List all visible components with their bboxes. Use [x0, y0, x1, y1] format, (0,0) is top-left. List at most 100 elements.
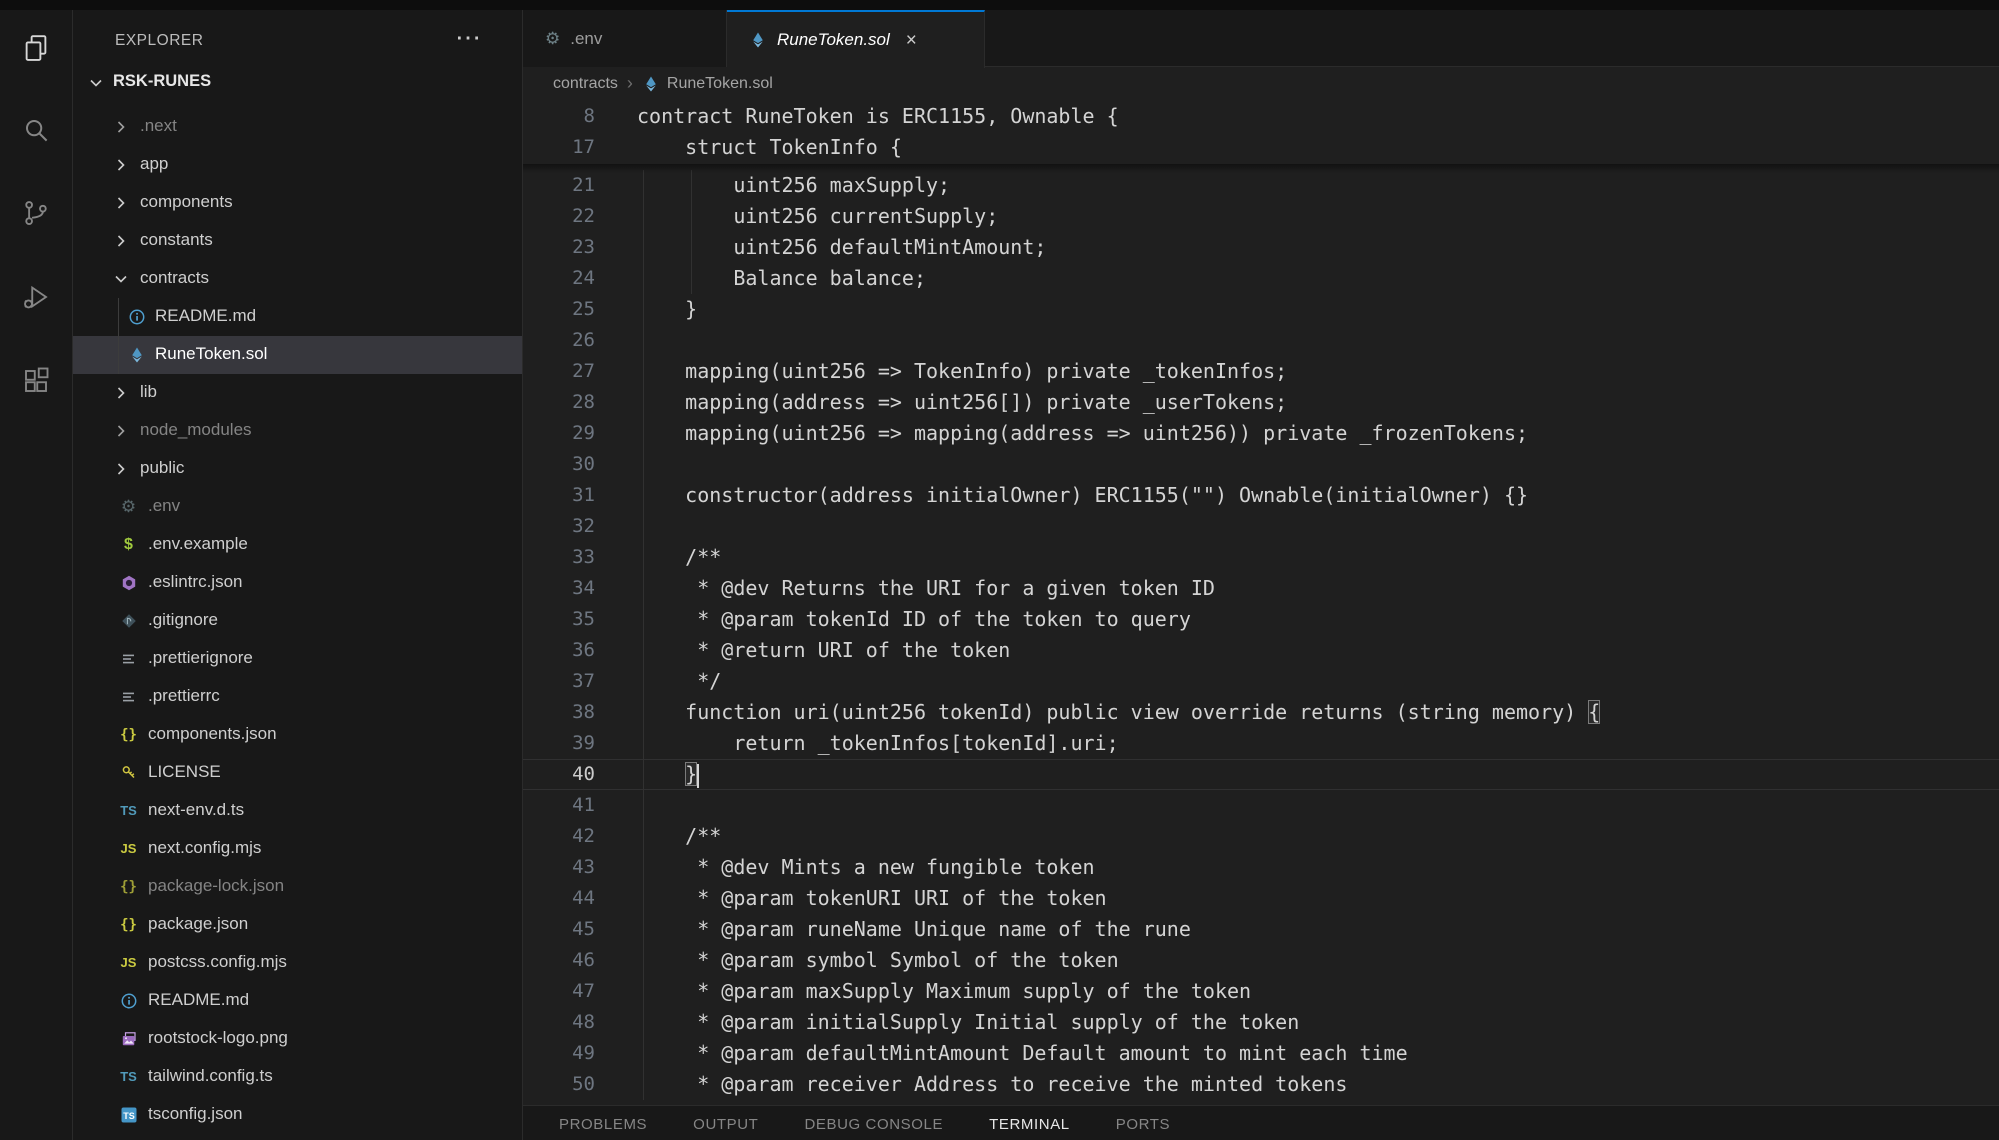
tree-item-lib[interactable]: lib	[73, 374, 523, 412]
js-icon: JS	[119, 953, 138, 972]
code-line-31: 31 constructor(address initialOwner) ERC…	[523, 480, 1999, 511]
code-line-8: 8 contract RuneToken is ERC1155, Ownable…	[523, 101, 1999, 132]
tree-item-label: rootstock-logo.png	[148, 1028, 288, 1048]
code-line-27: 27 mapping(uint256 => TokenInfo) private…	[523, 356, 1999, 387]
tree-item--eslintrc-json[interactable]: .eslintrc.json	[73, 564, 523, 602]
tree-item-package-json[interactable]: {} package.json	[73, 906, 523, 944]
code-text: mapping(address => uint256[]) private _u…	[637, 387, 1287, 418]
tree-item-readme-md[interactable]: README.md	[73, 298, 523, 336]
tree-item-package-lock-json[interactable]: {} package-lock.json	[73, 868, 523, 906]
tab-label: RuneToken.sol	[777, 30, 890, 50]
search-icon	[21, 115, 51, 145]
explorer-sidebar: EXPLORER ⋯ RSK-RUNES .next app component…	[73, 10, 523, 1140]
code-line-23: 23 uint256 defaultMintAmount;	[523, 232, 1999, 263]
code-line-43: 43 * @dev Mints a new fungible token	[523, 852, 1999, 883]
code-text: mapping(uint256 => mapping(address => ui…	[637, 418, 1528, 449]
line-number: 41	[523, 790, 595, 821]
ethereum-icon	[749, 31, 767, 49]
line-number: 30	[523, 449, 595, 480]
tree-item--prettierrc[interactable]: .prettierrc	[73, 678, 523, 716]
code-text: * @param tokenURI URI of the token	[637, 883, 1107, 914]
activity-item-explorer[interactable]	[14, 26, 58, 70]
tree-item-label: package.json	[148, 914, 248, 934]
code-line-28: 28 mapping(address => uint256[]) private…	[523, 387, 1999, 418]
tree-item-components-json[interactable]: {} components.json	[73, 716, 523, 754]
code-line-30: 30	[523, 449, 1999, 480]
code-text: function uri(uint256 tokenId) public vie…	[637, 697, 1600, 728]
tree-item-tsconfig-json[interactable]: TS tsconfig.json	[73, 1096, 523, 1134]
indent-guide	[643, 790, 644, 821]
tree-item--next[interactable]: .next	[73, 108, 523, 146]
panel-tab-debug-console[interactable]: DEBUG CONSOLE	[804, 1116, 943, 1133]
tree-item-public[interactable]: public	[73, 450, 523, 488]
line-number: 47	[523, 976, 595, 1007]
tree-item-runetoken-sol[interactable]: RuneToken.sol	[73, 336, 523, 374]
tree-item-label: public	[140, 458, 184, 478]
eslint-icon	[119, 573, 138, 592]
code-editor[interactable]: 21 uint256 maxSupply; 22 uint256 current…	[523, 100, 1999, 1105]
line-number: 31	[523, 480, 595, 511]
tree-item-readme-md[interactable]: README.md	[73, 982, 523, 1020]
panel-tab-terminal[interactable]: TERMINAL	[989, 1116, 1070, 1133]
code-text: Balance balance;	[637, 263, 926, 294]
close-icon[interactable]: ×	[906, 31, 917, 50]
breadcrumb-segment[interactable]: RuneToken.sol	[642, 75, 773, 93]
panel-tab-problems[interactable]: PROBLEMS	[559, 1116, 647, 1133]
activity-item-source-control[interactable]	[14, 191, 58, 235]
sidebar-title: EXPLORER	[115, 32, 203, 50]
chevron-right-icon	[112, 118, 129, 135]
image-icon	[119, 1029, 138, 1048]
code-line-22: 22 uint256 currentSupply;	[523, 201, 1999, 232]
code-text: uint256 defaultMintAmount;	[637, 232, 1046, 263]
line-number: 42	[523, 821, 595, 852]
tree-item--env[interactable]: ⚙ .env	[73, 488, 523, 526]
files-icon	[21, 33, 51, 63]
tree-item-node-modules[interactable]: node_modules	[73, 412, 523, 450]
tree-item-next-config-mjs[interactable]: JS next.config.mjs	[73, 830, 523, 868]
tree-item-components[interactable]: components	[73, 184, 523, 222]
tree-item--prettierignore[interactable]: .prettierignore	[73, 640, 523, 678]
activity-item-extensions[interactable]	[14, 358, 58, 402]
code-line-45: 45 * @param runeName Unique name of the …	[523, 914, 1999, 945]
code-line-36: 36 * @return URI of the token	[523, 635, 1999, 666]
tree-item-tailwind-config-ts[interactable]: TS tailwind.config.ts	[73, 1058, 523, 1096]
tree-item-license[interactable]: LICENSE	[73, 754, 523, 792]
code-line-37: 37 */	[523, 666, 1999, 697]
braces-icon: {}	[119, 877, 138, 896]
line-number: 35	[523, 604, 595, 635]
code-line-21: 21 uint256 maxSupply;	[523, 170, 1999, 201]
tree-item--gitignore[interactable]: .gitignore	[73, 602, 523, 640]
gear-icon: ⚙	[119, 497, 138, 516]
tab-runetoken-sol[interactable]: RuneToken.sol ×	[727, 10, 985, 68]
tree-item-label: .env	[148, 496, 180, 516]
tree-item-label: postcss.config.mjs	[148, 952, 287, 972]
tree-item-label: .next	[140, 116, 177, 136]
activity-item-run-debug[interactable]	[14, 275, 58, 319]
editor-group[interactable]: ⚙.env RuneToken.sol × contracts› RuneTok…	[523, 10, 1999, 1105]
panel-tab-output[interactable]: OUTPUT	[693, 1116, 758, 1133]
activity-item-search[interactable]	[14, 108, 58, 152]
code-text: uint256 maxSupply;	[637, 170, 950, 201]
tree-item-contracts[interactable]: contracts	[73, 260, 523, 298]
tree-item-label: package-lock.json	[148, 876, 284, 896]
tree-item-app[interactable]: app	[73, 146, 523, 184]
tree-root-rsk-runes[interactable]: RSK-RUNES	[73, 68, 522, 98]
code-line-38: 38 function uri(uint256 tokenId) public …	[523, 697, 1999, 728]
sidebar-header: EXPLORER ⋯	[73, 28, 522, 56]
tree-item-next-env-d-ts[interactable]: TS next-env.d.ts	[73, 792, 523, 830]
more-actions-icon[interactable]: ⋯	[455, 22, 481, 53]
tree-item-label: .prettierignore	[148, 648, 253, 668]
line-number: 32	[523, 511, 595, 542]
panel-tab-ports[interactable]: PORTS	[1116, 1116, 1170, 1133]
tree-item-label: README.md	[148, 990, 249, 1010]
tab--env[interactable]: ⚙.env	[523, 10, 727, 67]
tree-item--env-example[interactable]: $ .env.example	[73, 526, 523, 564]
line-number: 39	[523, 728, 595, 759]
tree-item-postcss-config-mjs[interactable]: JS postcss.config.mjs	[73, 944, 523, 982]
chevron-right-icon	[112, 460, 129, 477]
tree-item-rootstock-logo-png[interactable]: rootstock-logo.png	[73, 1020, 523, 1058]
indent-guide	[643, 511, 644, 542]
line-number: 34	[523, 573, 595, 604]
tree-item-constants[interactable]: constants	[73, 222, 523, 260]
breadcrumb-segment[interactable]: contracts	[553, 75, 618, 93]
